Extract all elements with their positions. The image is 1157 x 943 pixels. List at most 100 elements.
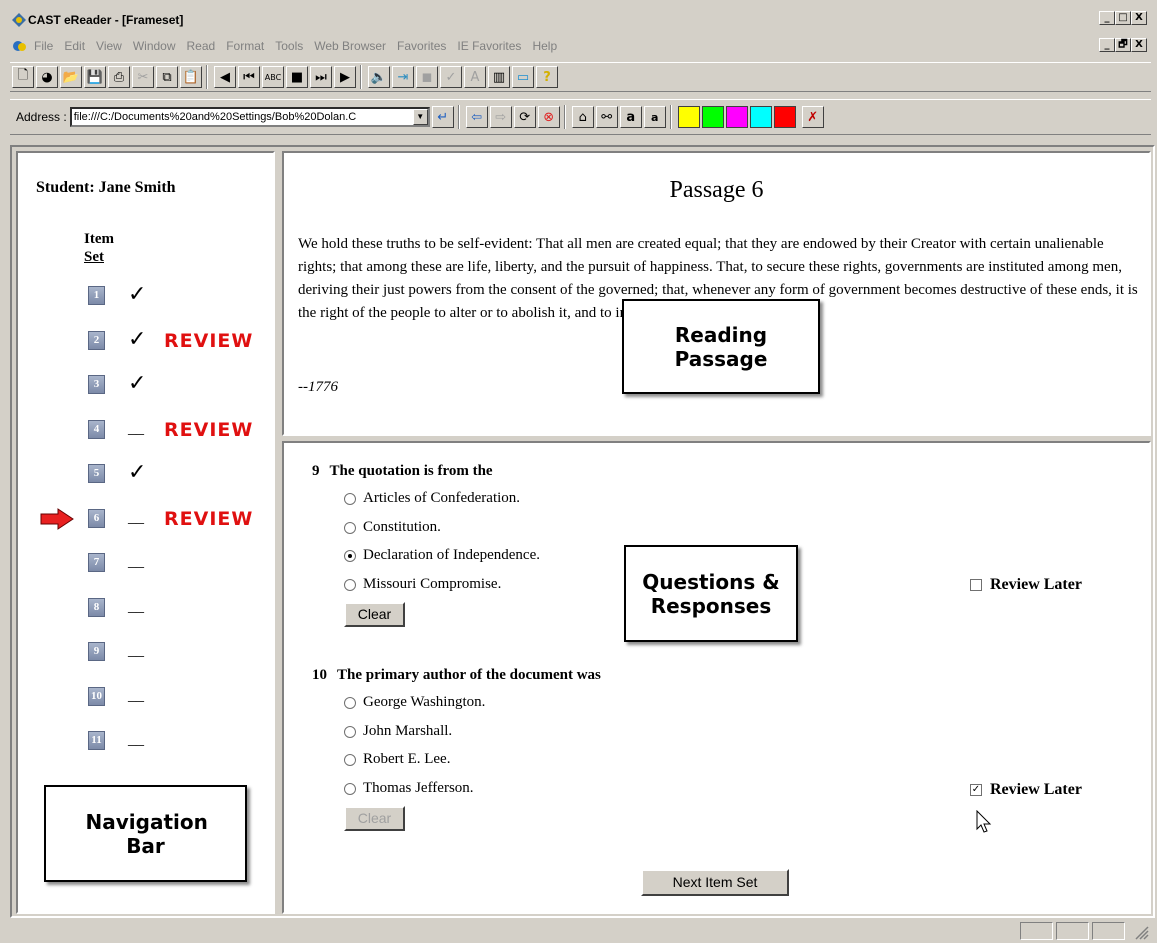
nav-item-row[interactable]: 4 __ REVIEW	[18, 417, 273, 443]
item-number-button[interactable]: 2	[88, 331, 105, 350]
nav-item-row[interactable]: 7 __	[18, 550, 273, 576]
home-icon[interactable]: ⌂	[571, 106, 594, 128]
print-icon[interactable]: ⎙	[108, 66, 130, 88]
mdi-close-button[interactable]: X	[1131, 38, 1147, 52]
open-folder-icon[interactable]: 📂	[60, 66, 82, 88]
speech-bubble-icon[interactable]: ◼	[416, 66, 438, 88]
nav-item-row[interactable]: 10 __	[18, 684, 273, 710]
mdi-restore-button[interactable]: 🗗	[1115, 38, 1131, 52]
font-smaller-icon[interactable]: a	[643, 106, 666, 128]
radio-button[interactable]	[344, 492, 356, 505]
go-icon[interactable]: ↵	[431, 106, 454, 128]
menu-tools[interactable]: Tools	[275, 39, 303, 53]
highlight-magenta-button[interactable]	[725, 106, 748, 128]
item-number-button[interactable]: 10	[88, 687, 105, 706]
help-icon[interactable]: ?	[536, 66, 558, 88]
radio-button[interactable]	[344, 578, 356, 591]
mdi-minimize-button[interactable]: _	[1099, 38, 1115, 52]
answer-option[interactable]: Missouri Compromise.	[344, 576, 501, 593]
item-number-button[interactable]: 5	[88, 464, 105, 483]
answer-option[interactable]: Articles of Confederation.	[344, 490, 520, 507]
item-number-button[interactable]: 11	[88, 731, 105, 750]
menu-file[interactable]: File	[34, 39, 53, 53]
radio-button[interactable]	[344, 521, 356, 534]
exit-door-icon[interactable]: ⇥	[392, 66, 414, 88]
stop-icon[interactable]: ■	[286, 66, 308, 88]
nav-item-row[interactable]: 1 ✓	[18, 283, 273, 309]
menu-view[interactable]: View	[96, 39, 122, 53]
clear-button[interactable]: Clear	[344, 806, 405, 831]
item-number-button[interactable]: 9	[88, 642, 105, 661]
radio-button[interactable]	[344, 549, 356, 562]
review-later-checkbox[interactable]: Review Later	[970, 576, 1082, 594]
highlight-red-button[interactable]	[773, 106, 796, 128]
paste-icon[interactable]: 📋	[180, 66, 202, 88]
answer-option[interactable]: Declaration of Independence.	[344, 547, 540, 564]
back-icon[interactable]: ⇦	[465, 106, 488, 128]
previous-icon[interactable]: ◀	[214, 66, 236, 88]
nav-item-row[interactable]: 3 ✓	[18, 372, 273, 398]
stop-load-icon[interactable]: ⊗	[537, 106, 560, 128]
copy-icon[interactable]: ⧉	[156, 66, 178, 88]
first-icon[interactable]: ⏮	[238, 66, 260, 88]
radio-button[interactable]	[344, 782, 356, 795]
speaker-icon[interactable]: 🔈	[368, 66, 390, 88]
nav-item-row[interactable]: 5 ✓	[18, 461, 273, 487]
new-icon[interactable]: 🗋	[12, 66, 34, 88]
erase-highlight-icon[interactable]: ✗	[801, 106, 824, 128]
last-icon[interactable]: ⏭	[310, 66, 332, 88]
minimize-button[interactable]: _	[1099, 11, 1115, 25]
resize-grip-icon[interactable]	[1133, 924, 1149, 940]
nav-item-row[interactable]: 11 __	[18, 728, 273, 754]
open-url-icon[interactable]: ◕	[36, 66, 58, 88]
close-button[interactable]: X	[1131, 11, 1147, 25]
answer-option[interactable]: George Washington.	[344, 694, 485, 711]
item-number-button[interactable]: 1	[88, 286, 105, 305]
font-icon[interactable]: A	[464, 66, 486, 88]
nav-item-row[interactable]: 9 __	[18, 639, 273, 665]
maximize-button[interactable]: □	[1115, 11, 1131, 25]
checkbox[interactable]	[970, 579, 982, 591]
binoculars-icon[interactable]: ⚯	[595, 106, 618, 128]
menu-read[interactable]: Read	[187, 39, 216, 53]
item-number-button[interactable]: 8	[88, 598, 105, 617]
menu-window[interactable]: Window	[133, 39, 176, 53]
spell-check-icon[interactable]: ✓	[440, 66, 462, 88]
menu-ie-favorites[interactable]: IE Favorites	[457, 39, 521, 53]
save-icon[interactable]: 💾	[84, 66, 106, 88]
folder-icon[interactable]: ▭	[512, 66, 534, 88]
cut-icon[interactable]: ✂	[132, 66, 154, 88]
item-number-button[interactable]: 6	[88, 509, 105, 528]
answer-option[interactable]: Constitution.	[344, 519, 441, 536]
radio-button[interactable]	[344, 696, 356, 709]
answer-option[interactable]: John Marshall.	[344, 723, 452, 740]
highlight-yellow-button[interactable]	[677, 106, 700, 128]
font-larger-icon[interactable]: a	[619, 106, 642, 128]
radio-button[interactable]	[344, 725, 356, 738]
play-icon[interactable]: ▶	[334, 66, 356, 88]
nav-item-row[interactable]: 2 ✓ REVIEW	[18, 328, 273, 354]
chevron-down-icon[interactable]: ▼	[412, 109, 428, 125]
forward-icon[interactable]: ⇨	[489, 106, 512, 128]
menu-format[interactable]: Format	[226, 39, 264, 53]
refresh-icon[interactable]: ⟳	[513, 106, 536, 128]
clear-button[interactable]: Clear	[344, 602, 405, 627]
menu-favorites[interactable]: Favorites	[397, 39, 446, 53]
item-number-button[interactable]: 4	[88, 420, 105, 439]
item-number-button[interactable]: 7	[88, 553, 105, 572]
item-number-button[interactable]: 3	[88, 375, 105, 394]
menu-edit[interactable]: Edit	[64, 39, 85, 53]
checkbox[interactable]: ✓	[970, 784, 982, 796]
nav-item-row[interactable]: 6 __ REVIEW	[18, 506, 273, 532]
answer-option[interactable]: Robert E. Lee.	[344, 751, 450, 768]
columns-icon[interactable]: ▥	[488, 66, 510, 88]
highlight-green-button[interactable]	[701, 106, 724, 128]
radio-button[interactable]	[344, 753, 356, 766]
menu-web-browser[interactable]: Web Browser	[314, 39, 386, 53]
nav-item-row[interactable]: 8 __	[18, 595, 273, 621]
menu-help[interactable]: Help	[532, 39, 557, 53]
address-input[interactable]: file:///C:/Documents%20and%20Settings/Bo…	[69, 107, 430, 127]
review-later-checkbox[interactable]: ✓ Review Later	[970, 781, 1082, 799]
spell-abc-icon[interactable]: ABC	[262, 66, 284, 88]
next-item-set-button[interactable]: Next Item Set	[641, 869, 789, 896]
